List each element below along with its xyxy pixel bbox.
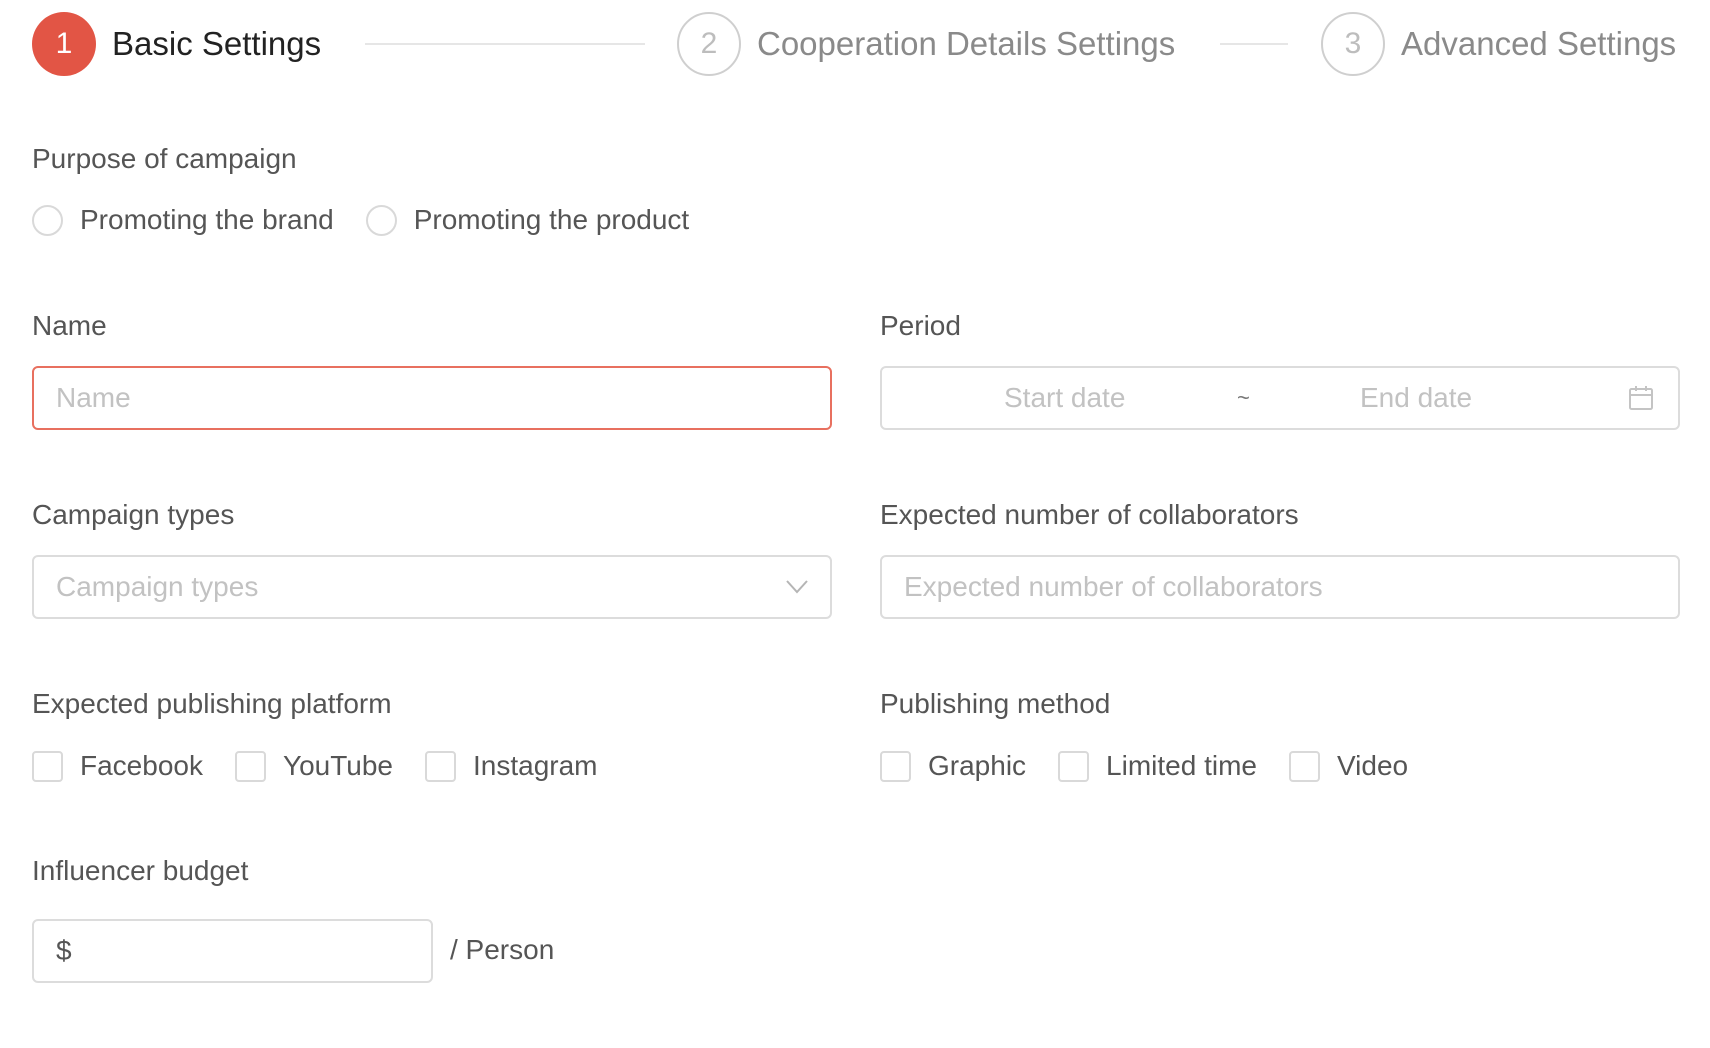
name-input[interactable] <box>34 368 830 428</box>
budget-input[interactable] <box>71 921 431 981</box>
budget-label: Influencer budget <box>32 855 249 886</box>
step-basic-settings[interactable]: 1 Basic Settings <box>32 12 321 76</box>
checkbox-label: Limited time <box>1106 750 1257 781</box>
radio-label: Promoting the product <box>413 204 690 235</box>
radio-button[interactable] <box>32 204 63 236</box>
step-connector <box>1220 43 1288 45</box>
calendar-icon[interactable] <box>1628 385 1654 411</box>
checkbox[interactable] <box>425 750 456 782</box>
chevron-down-icon <box>786 580 808 594</box>
collaborators-input[interactable] <box>882 557 1678 617</box>
checkbox-option-graphic[interactable]: Graphic <box>880 750 1026 782</box>
collaborators-input-wrapper <box>880 555 1680 619</box>
currency-prefix: $ <box>56 935 72 966</box>
end-date-input[interactable]: End date <box>1360 382 1472 414</box>
checkbox-option-limited-time[interactable]: Limited time <box>1058 750 1257 782</box>
checkbox-label: YouTube <box>282 750 393 781</box>
radio-label: Promoting the brand <box>80 204 334 235</box>
step-title: Cooperation Details Settings <box>757 25 1176 62</box>
checkbox[interactable] <box>1058 750 1090 782</box>
step-cooperation-details-settings[interactable]: 2 Cooperation Details Settings <box>677 12 1175 76</box>
step-connector <box>365 43 645 45</box>
radio-option-product[interactable]: Promoting the product <box>365 204 690 236</box>
step-number-badge: 2 <box>677 12 741 76</box>
radio-button[interactable] <box>365 204 397 236</box>
checkbox-label: Video <box>1336 750 1409 781</box>
purpose-radio-group: Promoting the brand Promoting the produc… <box>32 204 721 236</box>
campaign-types-select[interactable]: Campaign types <box>32 555 832 619</box>
checkbox[interactable] <box>32 750 63 782</box>
collaborators-label: Expected number of collaborators <box>880 499 1299 530</box>
publishing-method-checkbox-group: Graphic Limited time Video <box>880 750 1440 782</box>
radio-option-brand[interactable]: Promoting the brand <box>32 204 334 236</box>
start-date-input[interactable]: Start date <box>1004 382 1125 414</box>
step-title: Basic Settings <box>112 25 322 62</box>
period-date-range-picker[interactable]: Start date ~ End date <box>880 366 1680 430</box>
step-number-badge: 3 <box>1321 12 1385 76</box>
campaign-types-label: Campaign types <box>32 499 235 530</box>
checkbox-option-facebook[interactable]: Facebook <box>32 750 203 782</box>
period-label: Period <box>880 310 961 341</box>
step-advanced-settings[interactable]: 3 Advanced Settings <box>1321 12 1676 76</box>
date-separator: ~ <box>1237 385 1250 410</box>
checkbox[interactable] <box>1288 750 1320 782</box>
steps-progress: 1 Basic Settings 2 Cooperation Details S… <box>0 0 1710 90</box>
checkbox-label: Facebook <box>80 750 203 781</box>
checkbox[interactable] <box>880 750 911 782</box>
checkbox-label: Instagram <box>473 750 598 781</box>
purpose-label: Purpose of campaign <box>32 143 297 174</box>
step-title: Advanced Settings <box>1401 25 1677 62</box>
budget-input-wrapper: $ <box>32 919 433 983</box>
platform-label: Expected publishing platform <box>32 688 392 719</box>
name-input-wrapper <box>32 366 832 430</box>
checkbox-option-youtube[interactable]: YouTube <box>234 750 393 782</box>
checkbox-option-instagram[interactable]: Instagram <box>425 750 598 782</box>
budget-unit-label: / Person <box>450 934 555 965</box>
checkbox[interactable] <box>234 750 266 782</box>
campaign-types-placeholder: Campaign types <box>56 571 259 602</box>
platform-checkbox-group: Facebook YouTube Instagram <box>32 750 630 782</box>
step-number-badge: 1 <box>32 12 96 76</box>
checkbox-label: Graphic <box>928 750 1027 781</box>
name-label: Name <box>32 310 107 341</box>
publishing-method-label: Publishing method <box>880 688 1111 719</box>
checkbox-option-video[interactable]: Video <box>1288 750 1409 782</box>
